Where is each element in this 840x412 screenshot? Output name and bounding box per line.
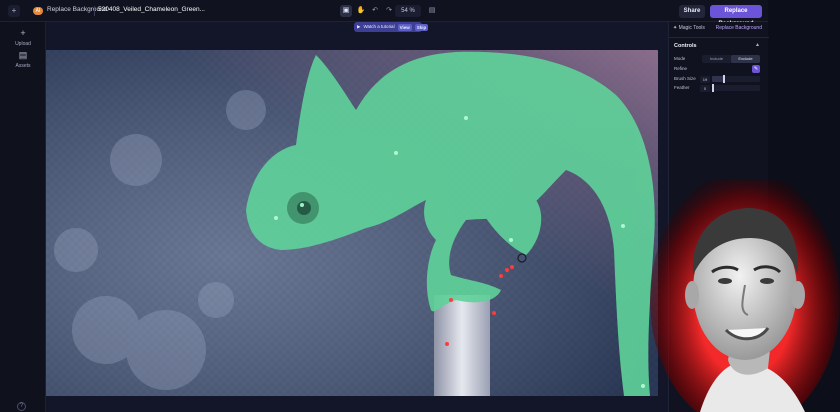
panel-divider — [669, 37, 769, 38]
post-shape — [434, 295, 490, 396]
tutorial-banner: ▶ Watch a tutorial View Skip — [354, 22, 429, 32]
app-window: + AI Replace Background 520408_Veiled_Ch… — [0, 0, 840, 412]
undo-icon[interactable]: ↶ — [369, 5, 381, 17]
sidebar-item-assets[interactable]: ▤ Assets — [0, 50, 46, 69]
presenter-photo — [650, 180, 840, 412]
mode-toggle[interactable]: Include Exclude — [702, 55, 760, 63]
feather-slider[interactable] — [712, 84, 760, 92]
play-icon: ▶ — [357, 24, 361, 29]
magic-tools-tab[interactable]: ✦ Magic Tools — [673, 25, 705, 31]
tutorial-text: Watch a tutorial — [363, 24, 395, 29]
zoom-select[interactable]: 54 % — [395, 5, 421, 17]
tutorial-skip-button[interactable]: Skip — [414, 23, 429, 31]
image-preview[interactable] — [46, 50, 658, 396]
top-bar: + AI Replace Background 520408_Veiled_Ch… — [0, 0, 768, 27]
chameleon-image — [46, 50, 658, 396]
controls-heading: Controls — [674, 43, 697, 49]
sidebar-item-label: Assets — [15, 63, 31, 69]
mode-include-option[interactable]: Include — [702, 55, 731, 63]
file-name[interactable]: 520408_Veiled_Chameleon_Green... — [98, 6, 205, 13]
hand-tool-icon[interactable]: ✋ — [355, 5, 367, 17]
plus-icon[interactable]: + — [8, 5, 20, 17]
select-tool-icon[interactable]: ▣ — [340, 5, 352, 17]
redo-icon[interactable]: ↷ — [383, 5, 395, 17]
mode-exclude-option[interactable]: Exclude — [731, 55, 760, 63]
sidebar-item-label: Upload — [15, 41, 31, 47]
tutorial-view-button[interactable]: View — [397, 23, 412, 31]
active-tool-label[interactable]: Replace Background — [716, 25, 762, 31]
brush-size-label: Brush Size — [674, 76, 696, 81]
pencil-icon[interactable]: ✎ — [752, 65, 760, 73]
slider-handle[interactable] — [712, 84, 714, 92]
chevron-up-icon[interactable]: ▲ — [755, 42, 760, 48]
fit-icon[interactable]: ▤ — [426, 5, 438, 17]
slider-handle[interactable] — [723, 75, 725, 83]
feather-value[interactable]: 0 — [700, 85, 710, 92]
plus-icon: + — [20, 28, 26, 38]
app-badge: AI — [33, 7, 43, 15]
brush-size-slider[interactable] — [712, 75, 760, 83]
folder-icon: ▤ — [18, 50, 28, 60]
title-divider — [94, 6, 95, 16]
help-icon[interactable]: ? — [17, 402, 26, 411]
mode-label: Mode — [674, 56, 686, 61]
editor-canvas: ▶ Watch a tutorial View Skip — [46, 22, 668, 412]
share-button[interactable]: Share — [679, 5, 705, 18]
refine-label: Refine — [674, 66, 688, 71]
replace-background-button[interactable]: Replace Background — [710, 5, 762, 27]
sidebar-item-upload[interactable]: + Upload — [0, 28, 46, 47]
left-sidebar: + Upload ▤ Assets ? — [0, 22, 46, 412]
feather-label: Feather — [674, 85, 690, 90]
brush-size-value[interactable]: 19 — [700, 76, 710, 83]
webcam-overlay — [640, 180, 840, 412]
